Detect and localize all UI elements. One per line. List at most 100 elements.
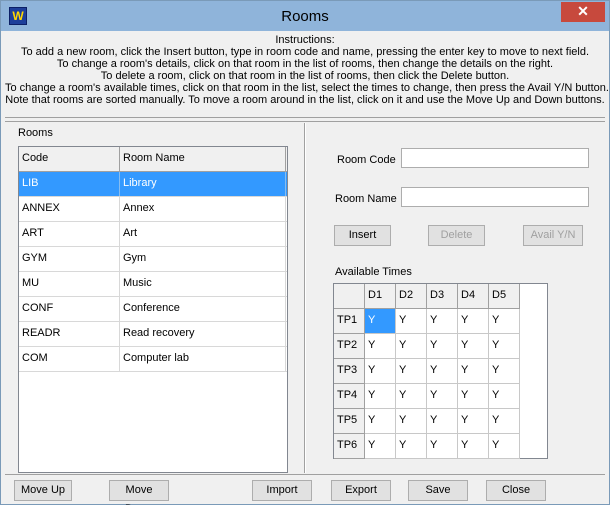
availability-cell[interactable]: Y	[396, 334, 427, 359]
availability-cell[interactable]: Y	[458, 334, 489, 359]
times-row: TP6 Y Y Y Y Y	[334, 434, 547, 459]
availability-cell[interactable]: Y	[489, 359, 520, 384]
day-column-header[interactable]: D4	[458, 284, 489, 309]
availability-cell[interactable]: Y	[458, 434, 489, 459]
availability-cell[interactable]: Y	[396, 409, 427, 434]
room-code-cell[interactable]: READR	[19, 322, 120, 346]
availability-cell[interactable]: Y	[427, 409, 458, 434]
rooms-window: W Rooms ✕ Instructions: To add a new roo…	[0, 0, 610, 505]
table-row[interactable]: GYM Gym	[19, 247, 287, 272]
period-row-header[interactable]: TP5	[334, 409, 365, 434]
room-name-input[interactable]	[401, 187, 589, 207]
column-header-code[interactable]: Code	[19, 147, 120, 171]
day-column-header[interactable]: D2	[396, 284, 427, 309]
times-corner-cell	[334, 284, 365, 309]
room-code-cell[interactable]: CONF	[19, 297, 120, 321]
move-up-button[interactable]: Move Up	[14, 480, 72, 501]
room-name-label: Room Name	[335, 193, 397, 205]
room-name-cell[interactable]: Annex	[120, 197, 286, 221]
save-button[interactable]: Save	[408, 480, 468, 501]
title-bar[interactable]: W Rooms ✕	[1, 1, 609, 31]
availability-cell[interactable]: Y	[427, 334, 458, 359]
table-row[interactable]: MU Music	[19, 272, 287, 297]
room-code-cell[interactable]: ART	[19, 222, 120, 246]
times-row: TP3 Y Y Y Y Y	[334, 359, 547, 384]
availability-cell[interactable]: Y	[489, 434, 520, 459]
availability-cell[interactable]: Y	[489, 334, 520, 359]
rooms-label: Rooms	[18, 127, 53, 139]
instruction-line: To change a room's available times, clic…	[5, 82, 609, 94]
room-code-cell[interactable]: GYM	[19, 247, 120, 271]
room-name-cell[interactable]: Art	[120, 222, 286, 246]
table-row[interactable]: LIB Library	[19, 172, 287, 197]
export-button[interactable]: Export	[331, 480, 391, 501]
room-code-cell[interactable]: ANNEX	[19, 197, 120, 221]
period-row-header[interactable]: TP4	[334, 384, 365, 409]
room-code-cell[interactable]: COM	[19, 347, 120, 371]
availability-cell[interactable]: Y	[396, 309, 427, 334]
room-code-cell[interactable]: MU	[19, 272, 120, 296]
instruction-line: To delete a room, click on that room in …	[100, 70, 510, 82]
table-row[interactable]: ANNEX Annex	[19, 197, 287, 222]
available-times-grid[interactable]: D1 D2 D3 D4 D5 TP1 Y Y Y Y Y TP2 Y Y Y Y Y TP3 Y Y Y Y Y TP4 Y Y Y…	[333, 283, 548, 459]
import-button[interactable]: Import	[252, 480, 312, 501]
availability-cell[interactable]: Y	[427, 434, 458, 459]
table-row[interactable]: COM Computer lab	[19, 347, 287, 372]
vertical-divider	[304, 123, 306, 473]
day-column-header[interactable]: D5	[489, 284, 520, 309]
room-code-input[interactable]	[401, 148, 589, 168]
availability-cell[interactable]: Y	[489, 309, 520, 334]
move-down-button[interactable]: Move Down	[109, 480, 169, 505]
room-name-cell[interactable]: Music	[120, 272, 286, 296]
availability-cell[interactable]: Y	[489, 409, 520, 434]
period-row-header[interactable]: TP6	[334, 434, 365, 459]
close-button[interactable]: Close	[486, 480, 546, 501]
delete-button[interactable]: Delete	[428, 225, 485, 246]
window-close-button[interactable]: ✕	[561, 2, 605, 22]
instructions-heading: Instructions:	[275, 34, 335, 46]
room-name-cell[interactable]: Conference	[120, 297, 286, 321]
availability-cell[interactable]: Y	[365, 359, 396, 384]
availability-cell[interactable]: Y	[427, 359, 458, 384]
availability-cell[interactable]: Y	[365, 384, 396, 409]
divider	[5, 121, 605, 122]
period-row-header[interactable]: TP3	[334, 359, 365, 384]
availability-cell[interactable]: Y	[458, 409, 489, 434]
available-times-body: D1 D2 D3 D4 D5 TP1 Y Y Y Y Y TP2 Y Y Y Y Y TP3 Y Y Y Y Y TP4 Y Y Y…	[334, 284, 547, 459]
available-times-label: Available Times	[335, 266, 412, 278]
instruction-line: To add a new room, click the Insert butt…	[20, 46, 590, 58]
room-code-cell[interactable]: LIB	[19, 172, 120, 196]
availability-cell[interactable]: Y	[365, 334, 396, 359]
avail-yn-button[interactable]: Avail Y/N	[523, 225, 583, 246]
availability-cell[interactable]: Y	[458, 309, 489, 334]
table-row[interactable]: READR Read recovery	[19, 322, 287, 347]
availability-cell[interactable]: Y	[458, 384, 489, 409]
availability-cell[interactable]: Y	[396, 359, 427, 384]
availability-cell[interactable]: Y	[427, 384, 458, 409]
table-row[interactable]: ART Art	[19, 222, 287, 247]
window-title: Rooms	[281, 8, 329, 25]
rooms-grid[interactable]: Code Room Name LIB Library ANNEX Annex ART Ar…	[18, 146, 288, 473]
instructions-panel: Instructions: To add a new room, click t…	[5, 32, 609, 118]
availability-cell[interactable]: Y	[365, 434, 396, 459]
availability-cell[interactable]: Y	[365, 309, 396, 334]
times-row: TP2 Y Y Y Y Y	[334, 334, 547, 359]
insert-button[interactable]: Insert	[334, 225, 391, 246]
availability-cell[interactable]: Y	[365, 409, 396, 434]
room-name-cell[interactable]: Computer lab	[120, 347, 286, 371]
availability-cell[interactable]: Y	[396, 384, 427, 409]
availability-cell[interactable]: Y	[458, 359, 489, 384]
day-column-header[interactable]: D1	[365, 284, 396, 309]
room-name-cell[interactable]: Gym	[120, 247, 286, 271]
instruction-line: Note that rooms are sorted manually. To …	[5, 94, 605, 106]
availability-cell[interactable]: Y	[396, 434, 427, 459]
period-row-header[interactable]: TP1	[334, 309, 365, 334]
availability-cell[interactable]: Y	[489, 384, 520, 409]
room-name-cell[interactable]: Read recovery	[120, 322, 286, 346]
column-header-room-name[interactable]: Room Name	[120, 147, 286, 171]
availability-cell[interactable]: Y	[427, 309, 458, 334]
room-name-cell[interactable]: Library	[120, 172, 286, 196]
period-row-header[interactable]: TP2	[334, 334, 365, 359]
table-row[interactable]: CONF Conference	[19, 297, 287, 322]
day-column-header[interactable]: D3	[427, 284, 458, 309]
